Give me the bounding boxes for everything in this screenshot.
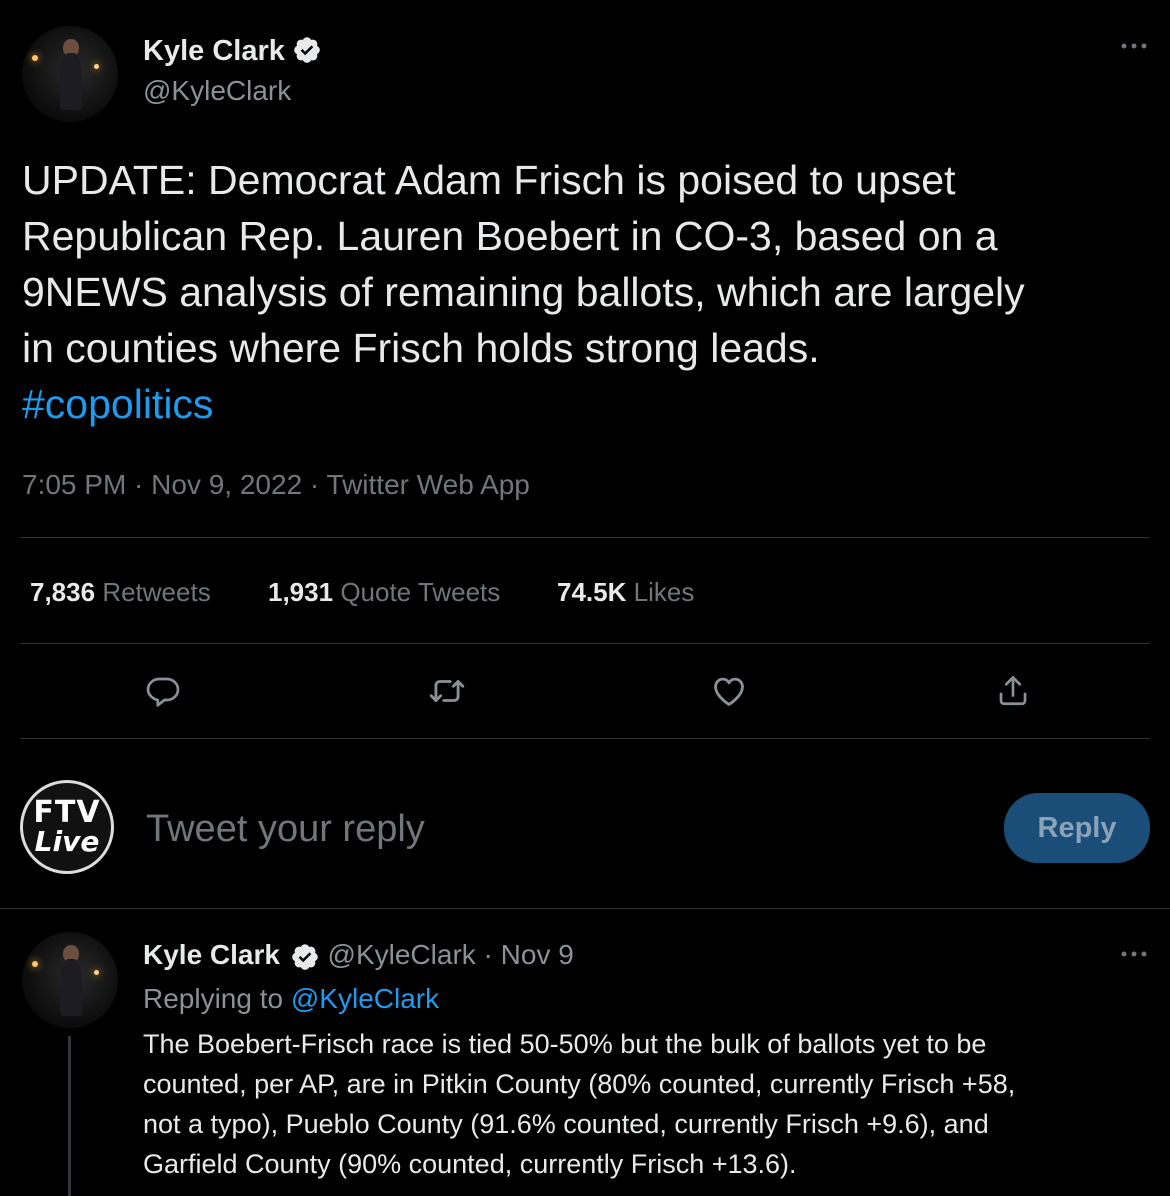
author-handle[interactable]: @KyleClark [143,73,291,109]
replying-to-link[interactable]: @KyleClark [291,983,439,1014]
reply-input[interactable]: Tweet your reply [146,806,966,852]
retweets-count: 7,836 [30,577,96,607]
replying-to-prefix: Replying to [143,983,284,1014]
likes-label: Likes [633,577,695,607]
likes-count: 74.5K [557,577,627,607]
share-icon[interactable] [991,669,1035,713]
quote-tweets-count: 1,931 [268,577,334,607]
reply-button[interactable]: Reply [1004,793,1150,863]
tweet-text-line: 9NEWS analysis of remaining ballots, whi… [22,269,1025,315]
author-name[interactable]: Kyle Clark [143,32,285,70]
reply-author-name[interactable]: Kyle Clark [143,939,280,970]
divider [20,643,1150,644]
author-avatar[interactable] [22,26,118,122]
verified-badge-icon [290,938,320,976]
reply-text-line: counted, per AP, are in Pitkin County (8… [143,1069,1016,1099]
quote-tweets-stat[interactable]: 1,931 Quote Tweets [268,575,500,609]
likes-stat[interactable]: 74.5K Likes [557,575,694,609]
like-icon[interactable] [707,669,751,713]
tweet-timestamp[interactable]: 7:05 PM · Nov 9, 2022 · Twitter Web App [22,467,530,503]
tweet-text-line: in counties where Frisch holds strong le… [22,325,820,371]
retweet-icon[interactable] [425,669,469,713]
more-options-icon[interactable] [1116,36,1152,56]
tweet-text: UPDATE: Democrat Adam Frisch is poised t… [22,152,1162,432]
retweets-stat[interactable]: 7,836 Retweets [30,575,211,609]
hashtag-link[interactable]: #copolitics [22,376,1162,432]
divider [20,738,1150,739]
avatar-logo-text-bottom: Live [34,825,100,858]
divider [20,537,1150,538]
avatar-logo-text-top: FTV [33,795,101,830]
tweet-text-line: UPDATE: Democrat Adam Frisch is poised t… [22,157,956,203]
thread-line [68,1036,71,1196]
reply-header: Kyle Clark @KyleClark · Nov 9 [143,936,574,976]
reply-text: The Boebert-Frisch race is tied 50-50% b… [143,1024,1153,1184]
reply-author-handle[interactable]: @KyleClark [328,939,476,970]
reply-author-avatar[interactable] [22,932,118,1028]
divider [0,908,1170,909]
retweets-label: Retweets [102,577,211,607]
reply-icon[interactable] [141,669,185,713]
composer-avatar[interactable]: FTV Live [20,780,114,874]
reply-text-line: not a typo), Pueblo County (91.6% counte… [143,1109,989,1139]
reply-date[interactable]: · Nov 9 [484,939,574,970]
verified-badge-icon [292,35,322,70]
quote-tweets-label: Quote Tweets [340,577,501,607]
replying-to: Replying to @KyleClark [143,980,439,1018]
reply-more-options-icon[interactable] [1116,944,1152,964]
tweet-text-line: Republican Rep. Lauren Boebert in CO-3, … [22,213,998,259]
reply-text-line: Garfield County (90% counted, currently … [143,1149,797,1179]
reply-text-line: The Boebert-Frisch race is tied 50-50% b… [143,1029,987,1059]
